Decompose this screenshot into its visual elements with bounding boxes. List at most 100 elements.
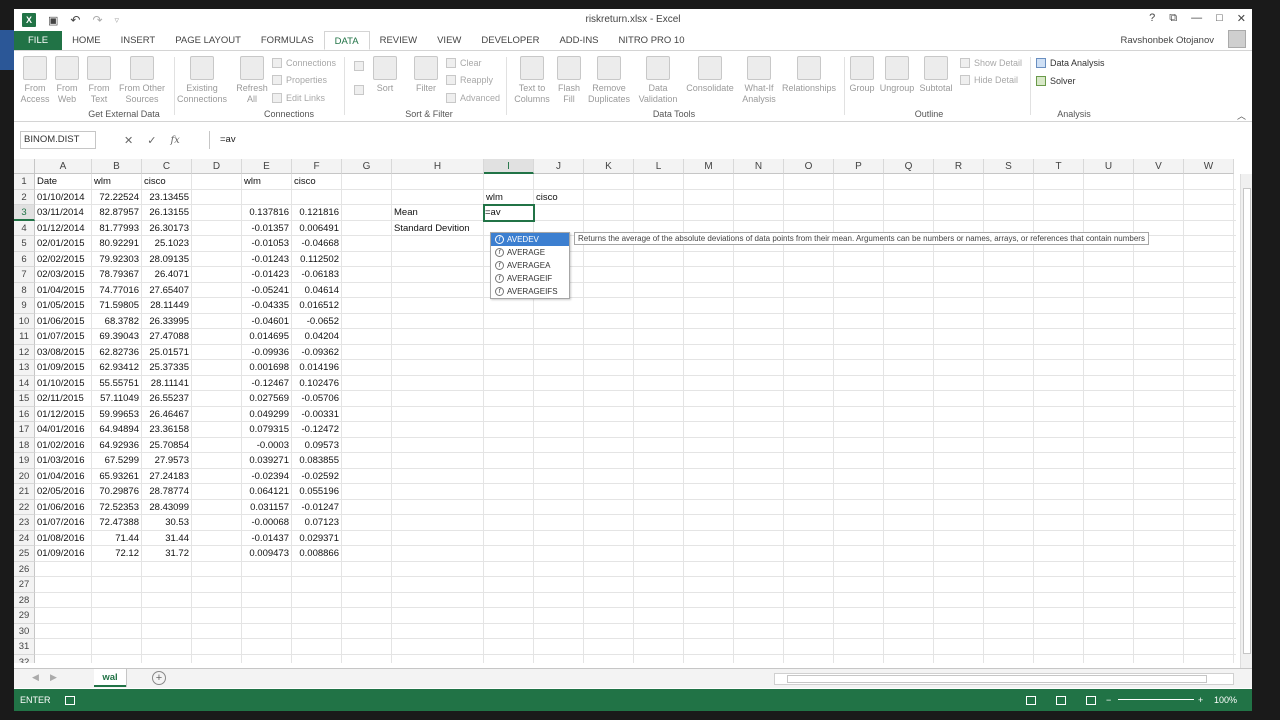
row-header-3[interactable]: 3 <box>14 205 35 221</box>
cell-cisco-price[interactable]: 26.55237 <box>142 391 192 407</box>
hide-detail-button[interactable]: Hide Detail <box>960 75 1018 85</box>
cell-wlm-return[interactable]: 0.009473 <box>242 546 292 562</box>
row-header-24[interactable]: 24 <box>14 530 35 546</box>
row-header-5[interactable]: 5 <box>14 236 35 252</box>
column-header-p[interactable]: P <box>834 159 884 174</box>
cell-cisco-price[interactable]: 27.47088 <box>142 329 192 345</box>
avatar[interactable] <box>1228 30 1246 48</box>
help-icon[interactable]: ? <box>1149 12 1155 25</box>
function-autocomplete-list[interactable]: f AVEDEV f AVERAGE f AVERAGEA f AVERAGEIF f AVERA… <box>490 232 570 299</box>
cell-wlm-return[interactable]: 0.031157 <box>242 500 292 516</box>
cell-date[interactable]: 01/10/2014 <box>37 190 94 206</box>
cell-cisco-price[interactable]: 28.11449 <box>142 298 192 314</box>
insert-function-icon[interactable]: fx <box>170 135 179 146</box>
cell-wlm-price[interactable]: 80.92291 <box>92 236 142 252</box>
cell-cisco-return[interactable]: -0.0652 <box>292 314 342 330</box>
add-sheet-button[interactable]: + <box>152 671 166 685</box>
column-header-s[interactable]: S <box>984 159 1034 174</box>
cancel-icon[interactable]: ✕ <box>124 134 133 147</box>
data-validation-button[interactable]: Data Validation <box>634 56 682 105</box>
maximize-button[interactable]: □ <box>1216 12 1223 25</box>
tab-file[interactable]: FILE <box>14 31 63 50</box>
cell-wlm-price[interactable]: 79.92303 <box>92 252 142 268</box>
cell-wlm-return[interactable]: 0.027569 <box>242 391 292 407</box>
cell-wlm-price[interactable]: 70.29876 <box>92 484 142 500</box>
tab-insert[interactable]: INSERT <box>111 31 166 50</box>
row-header-7[interactable]: 7 <box>14 267 35 283</box>
row-header-15[interactable]: 15 <box>14 391 35 407</box>
normal-view-icon[interactable] <box>1026 695 1036 705</box>
redo-icon[interactable]: ↷ <box>92 13 102 27</box>
column-header-n[interactable]: N <box>734 159 784 174</box>
name-box[interactable]: BINOM.DIST <box>20 131 96 149</box>
cell-wlm-return[interactable]: 0.001698 <box>242 360 292 376</box>
ungroup-button[interactable]: Ungroup <box>878 56 916 94</box>
cell-cisco-return[interactable]: 0.121816 <box>292 205 342 221</box>
cell-wlm-price[interactable]: 72.52353 <box>92 500 142 516</box>
column-header-f[interactable]: F <box>292 159 342 174</box>
row-header-20[interactable]: 20 <box>14 468 35 484</box>
cell-cisco-return[interactable]: 0.016512 <box>292 298 342 314</box>
what-if-analysis-button[interactable]: What-If Analysis <box>736 56 782 105</box>
cell-wlm-price[interactable]: 64.92936 <box>92 438 142 454</box>
column-header-r[interactable]: R <box>934 159 984 174</box>
cell-wlm-price[interactable]: 78.79367 <box>92 267 142 283</box>
cell-c1[interactable]: cisco <box>144 174 194 190</box>
cell-wlm-return[interactable]: 0.064121 <box>242 484 292 500</box>
cell-wlm-price[interactable]: 68.3782 <box>92 314 142 330</box>
cell-cisco-price[interactable]: 28.11141 <box>142 376 192 392</box>
cell-date[interactable]: 01/10/2015 <box>37 376 94 392</box>
text-to-columns-button[interactable]: Text to Columns <box>510 56 554 105</box>
column-header-b[interactable]: B <box>92 159 142 174</box>
formula-input[interactable]: =av <box>209 131 1246 149</box>
from-access-button[interactable]: From Access <box>20 56 50 105</box>
row-header-14[interactable]: 14 <box>14 375 35 391</box>
cell-date[interactable]: 01/12/2014 <box>37 221 94 237</box>
cell-date[interactable]: 02/05/2016 <box>37 484 94 500</box>
cell-cisco-price[interactable]: 26.30173 <box>142 221 192 237</box>
cell-date[interactable]: 01/09/2016 <box>37 546 94 562</box>
cell-cisco-return[interactable]: 0.083855 <box>292 453 342 469</box>
tab-review[interactable]: REVIEW <box>370 31 427 50</box>
cell-cisco-return[interactable]: 0.102476 <box>292 376 342 392</box>
cell-wlm-return[interactable]: -0.05241 <box>242 283 292 299</box>
column-header-t[interactable]: T <box>1034 159 1084 174</box>
tab-add-ins[interactable]: ADD-INS <box>549 31 608 50</box>
cell-wlm-price[interactable]: 64.94894 <box>92 422 142 438</box>
row-header-22[interactable]: 22 <box>14 499 35 515</box>
zoom-in-button[interactable]: + <box>1198 695 1203 705</box>
column-header-j[interactable]: J <box>534 159 584 174</box>
cell-cisco-price[interactable]: 25.37335 <box>142 360 192 376</box>
cell-cisco-return[interactable]: 0.006491 <box>292 221 342 237</box>
cell-date[interactable]: 02/03/2015 <box>37 267 94 283</box>
cell-wlm-return[interactable]: -0.0003 <box>242 438 292 454</box>
minimize-button[interactable]: — <box>1191 12 1202 25</box>
cell-cisco-price[interactable]: 27.9573 <box>142 453 192 469</box>
cell-wlm-return[interactable]: -0.01053 <box>242 236 292 252</box>
row-header-26[interactable]: 26 <box>14 561 35 577</box>
tab-formulas[interactable]: FORMULAS <box>251 31 324 50</box>
collapse-ribbon-icon[interactable]: ︿ <box>1237 109 1246 122</box>
subtotal-button[interactable]: Subtotal <box>916 56 956 94</box>
row-header-6[interactable]: 6 <box>14 251 35 267</box>
cell-date[interactable]: 03/11/2014 <box>37 205 94 221</box>
cell-cisco-return[interactable]: -0.01247 <box>292 500 342 516</box>
column-header-v[interactable]: V <box>1134 159 1184 174</box>
column-header-a[interactable]: A <box>35 159 92 174</box>
data-analysis-button[interactable]: Data Analysis <box>1036 58 1105 68</box>
cell-cisco-return[interactable]: 0.04204 <box>292 329 342 345</box>
tab-data[interactable]: DATA <box>323 31 370 50</box>
cell-cisco-return[interactable]: -0.06183 <box>292 267 342 283</box>
cell-wlm-price[interactable]: 82.87957 <box>92 205 142 221</box>
column-header-h[interactable]: H <box>392 159 484 174</box>
cell-date[interactable]: 01/06/2015 <box>37 314 94 330</box>
cell-wlm-return[interactable]: -0.12467 <box>242 376 292 392</box>
cell-i2-wlm[interactable]: wlm <box>486 190 536 206</box>
cell-wlm-price[interactable]: 69.39043 <box>92 329 142 345</box>
solver-button[interactable]: Solver <box>1036 76 1076 86</box>
cell-wlm-return[interactable]: 0.049299 <box>242 407 292 423</box>
connections-button[interactable]: Connections <box>272 58 336 68</box>
cell-cisco-return[interactable]: 0.07123 <box>292 515 342 531</box>
undo-icon[interactable]: ↶ <box>70 13 80 27</box>
sort-za-icon[interactable] <box>354 85 364 95</box>
